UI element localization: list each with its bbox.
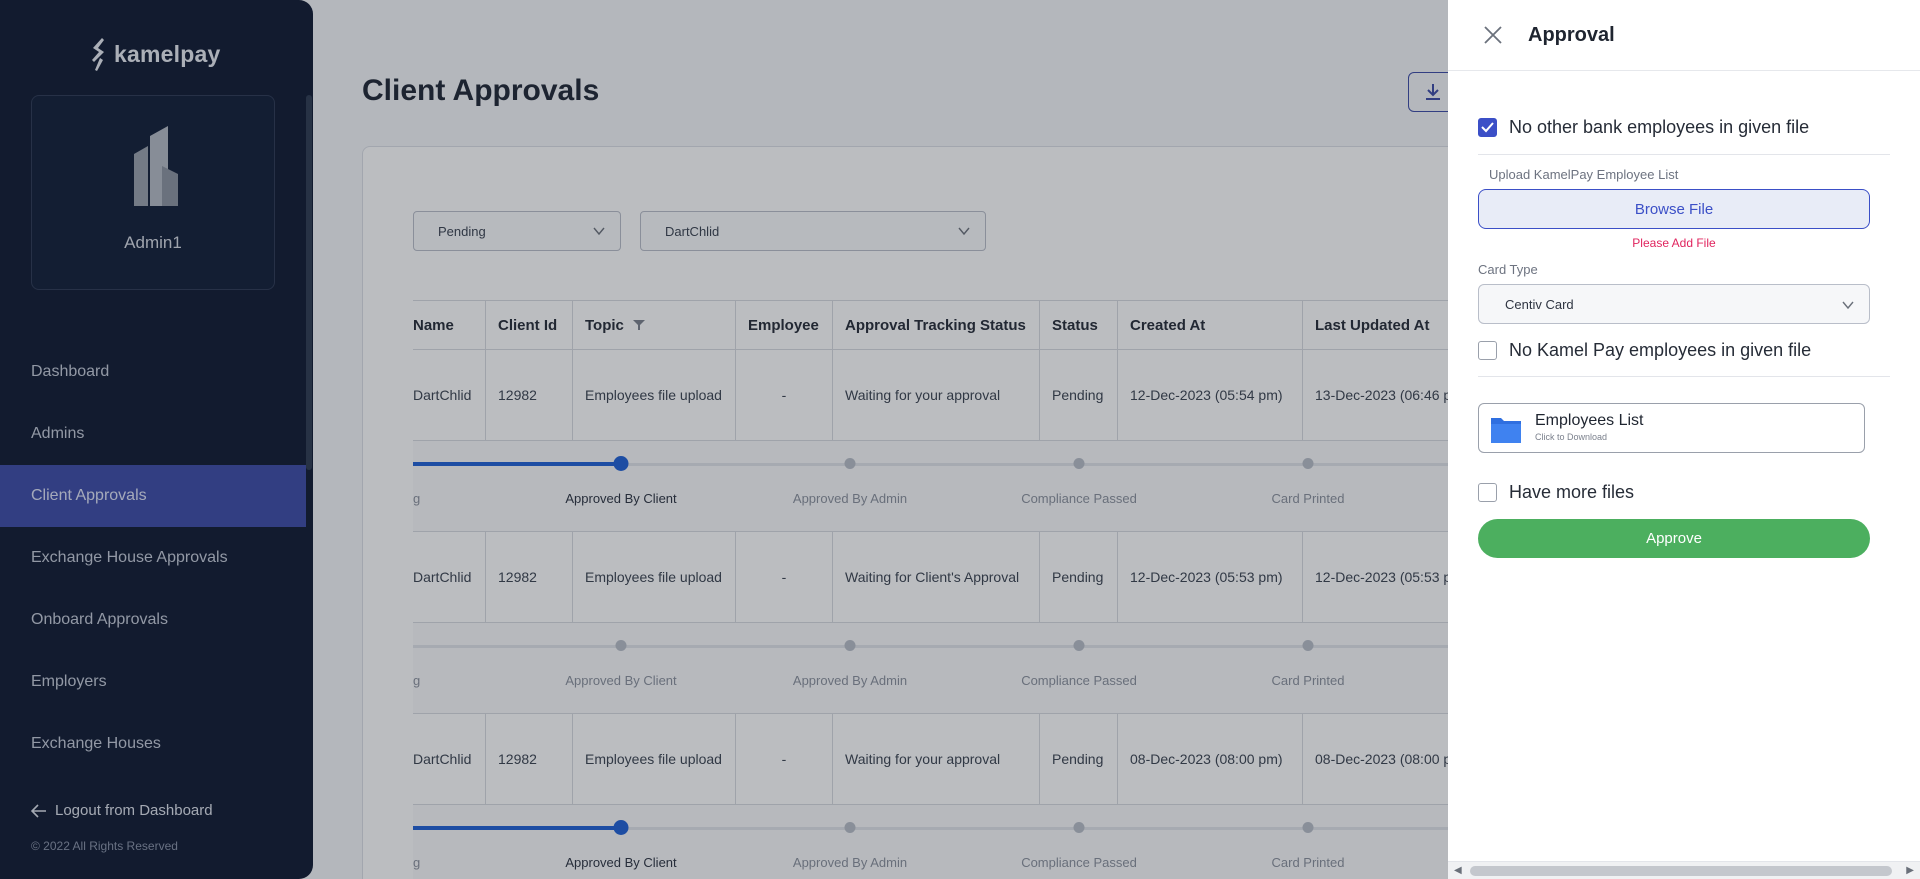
approval-drawer: Approval No other bank employees in give… [1448,0,1920,879]
scrollbar-thumb[interactable] [1470,866,1892,876]
checkbox-checked[interactable] [1478,118,1497,137]
drawer-title: Approval [1528,24,1615,46]
no-kamel-label: No Kamel Pay employees in given file [1509,340,1812,360]
more-files-label: Have more files [1509,482,1635,502]
card-type-label: Card Type [1478,262,1538,277]
check-icon [1481,122,1494,133]
employees-list-download[interactable]: Employees List Click to Download [1478,403,1865,453]
upload-label: Upload KamelPay Employee List [1489,167,1679,182]
no-other-bank-label: No other bank employees in given file [1509,117,1810,137]
upload-error: Please Add File [1632,236,1716,250]
modal-backdrop[interactable] [0,0,1448,879]
close-icon[interactable] [1482,24,1504,46]
file-subtitle: Click to Download [1535,432,1608,442]
horizontal-scrollbar[interactable]: ◀ ▶ [1448,861,1920,879]
chevron-down-icon [1842,301,1854,310]
card-type-value: Centiv Card [1505,296,1574,312]
card-type-select[interactable]: Centiv Card [1478,284,1870,324]
approve-button[interactable]: Approve [1478,519,1870,558]
divider [1478,154,1890,155]
browse-file-button[interactable]: Browse File [1478,189,1870,229]
file-name: Employees List [1535,412,1644,429]
no-other-bank-checkbox[interactable]: No other bank employees in given file [1478,117,1809,138]
scroll-left-icon[interactable]: ◀ [1454,865,1462,876]
checkbox-unchecked[interactable] [1478,483,1497,502]
no-kamel-checkbox[interactable]: No Kamel Pay employees in given file [1478,340,1811,361]
drawer-header: Approval [1448,0,1920,71]
divider [1478,376,1890,377]
checkbox-unchecked[interactable] [1478,341,1497,360]
scroll-right-icon[interactable]: ▶ [1906,865,1914,876]
more-files-checkbox[interactable]: Have more files [1478,482,1634,503]
folder-icon [1491,418,1521,443]
